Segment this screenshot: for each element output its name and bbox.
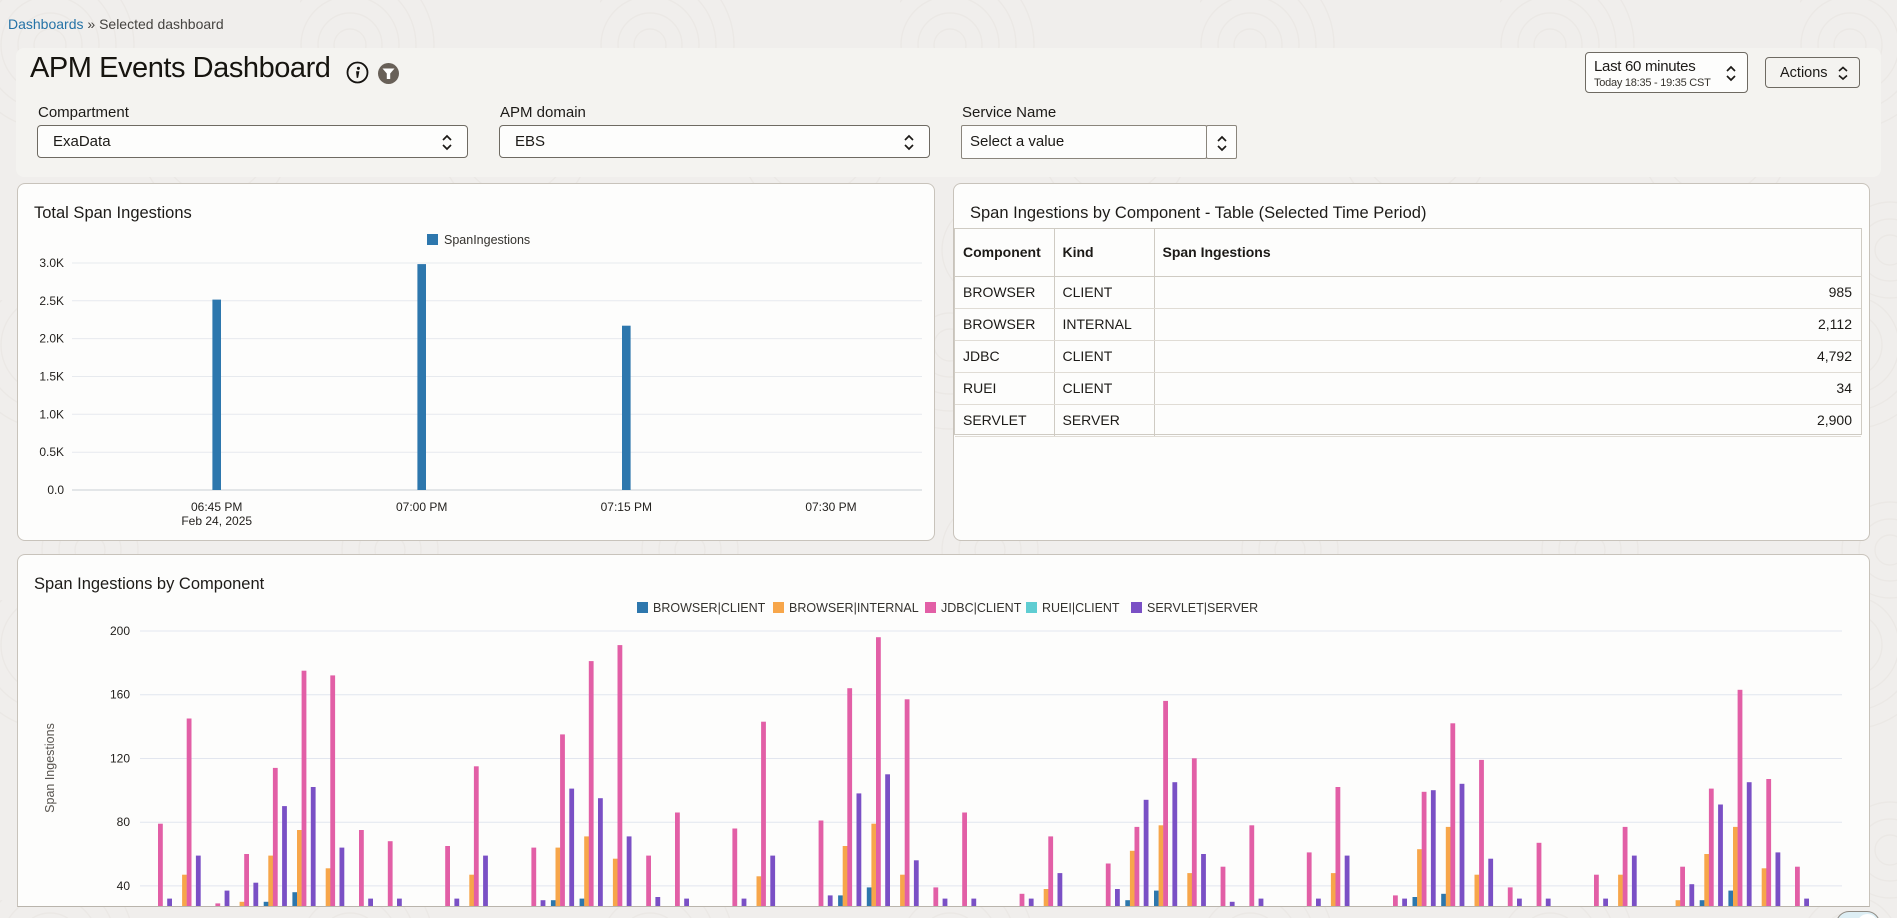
svg-text:SpanIngestions: SpanIngestions: [444, 233, 530, 247]
svg-text:1.0K: 1.0K: [39, 407, 64, 421]
svg-text:Span Ingestions: Span Ingestions: [43, 723, 57, 813]
svg-text:80: 80: [117, 815, 131, 829]
svg-text:RUEI|CLIENT: RUEI|CLIENT: [1042, 601, 1120, 615]
svg-text:SERVLET|SERVER: SERVLET|SERVER: [1147, 601, 1258, 615]
svg-text:3.0K: 3.0K: [39, 256, 64, 270]
svg-text:160: 160: [110, 688, 130, 702]
svg-text:BROWSER|INTERNAL: BROWSER|INTERNAL: [789, 601, 919, 615]
svg-text:07:15 PM: 07:15 PM: [601, 500, 652, 514]
svg-text:BROWSER|CLIENT: BROWSER|CLIENT: [653, 601, 766, 615]
svg-text:07:30 PM: 07:30 PM: [805, 500, 856, 514]
svg-text:120: 120: [110, 752, 130, 766]
svg-text:07:00 PM: 07:00 PM: [396, 500, 447, 514]
svg-text:Feb 24, 2025: Feb 24, 2025: [181, 514, 252, 528]
svg-text:1.5K: 1.5K: [39, 370, 64, 384]
svg-text:200: 200: [110, 624, 130, 638]
svg-text:2.5K: 2.5K: [39, 294, 64, 308]
svg-text:JDBC|CLIENT: JDBC|CLIENT: [941, 601, 1022, 615]
svg-text:0.0: 0.0: [47, 483, 64, 497]
svg-text:2.0K: 2.0K: [39, 332, 64, 346]
svg-text:40: 40: [117, 879, 131, 893]
svg-text:06:45 PM: 06:45 PM: [191, 500, 242, 514]
svg-text:0.5K: 0.5K: [39, 445, 64, 459]
